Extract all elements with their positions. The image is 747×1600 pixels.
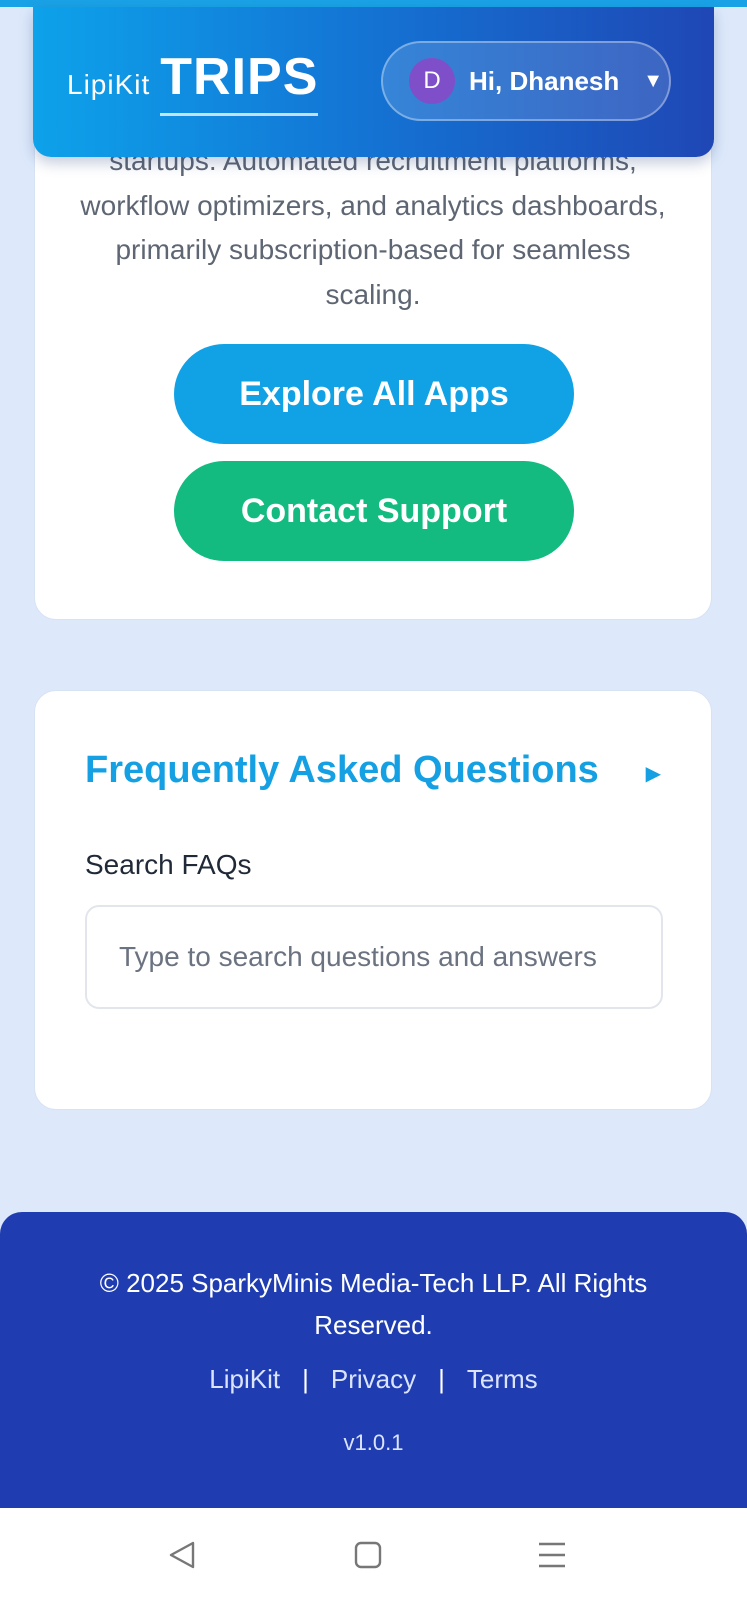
avatar: D <box>409 58 455 104</box>
footer-separator: | <box>302 1364 309 1394</box>
back-icon[interactable] <box>157 1530 207 1580</box>
footer-link-lipikit[interactable]: LipiKit <box>209 1364 280 1394</box>
footer-separator: | <box>438 1364 445 1394</box>
copyright-text: © 2025 SparkyMinis Media-Tech LLP. All R… <box>99 1268 648 1340</box>
intro-description: startups. Automated recruitment platform… <box>80 145 666 310</box>
user-menu-button[interactable]: D Hi, Dhanesh ▼ <box>381 41 671 121</box>
home-icon[interactable] <box>343 1530 393 1580</box>
brand-logo[interactable]: LipiKit TRIPS <box>67 47 319 116</box>
user-greeting: Hi, Dhanesh <box>469 65 620 96</box>
footer-link-terms[interactable]: Terms <box>467 1364 538 1394</box>
footer-links: LipiKit | Privacy | Terms <box>0 1364 747 1395</box>
caret-down-icon: ▼ <box>643 69 664 92</box>
faq-title[interactable]: Frequently Asked Questions <box>85 749 599 792</box>
intro-card: startups. Automated recruitment platform… <box>34 120 712 620</box>
app-header: LipiKit TRIPS D Hi, Dhanesh ▼ <box>33 7 714 157</box>
footer-link-privacy[interactable]: Privacy <box>331 1364 416 1394</box>
menu-icon[interactable] <box>527 1530 577 1580</box>
site-footer: © 2025 SparkyMinis Media-Tech LLP. All R… <box>0 1212 747 1508</box>
contact-support-button[interactable]: Contact Support <box>174 461 574 561</box>
version-label: v1.0.1 <box>343 1430 404 1455</box>
faq-card: Frequently Asked Questions ▶ Search FAQs <box>34 690 712 1110</box>
top-accent-strip <box>0 0 747 7</box>
faq-search-input[interactable] <box>85 905 663 1009</box>
search-faqs-label: Search FAQs <box>85 849 252 880</box>
system-navigation-bar <box>0 1508 747 1600</box>
brand-name-large: TRIPS <box>160 47 319 116</box>
brand-name-small: LipiKit <box>67 69 151 100</box>
explore-all-apps-button[interactable]: Explore All Apps <box>174 344 574 444</box>
triangle-right-icon[interactable]: ▶ <box>646 761 661 786</box>
